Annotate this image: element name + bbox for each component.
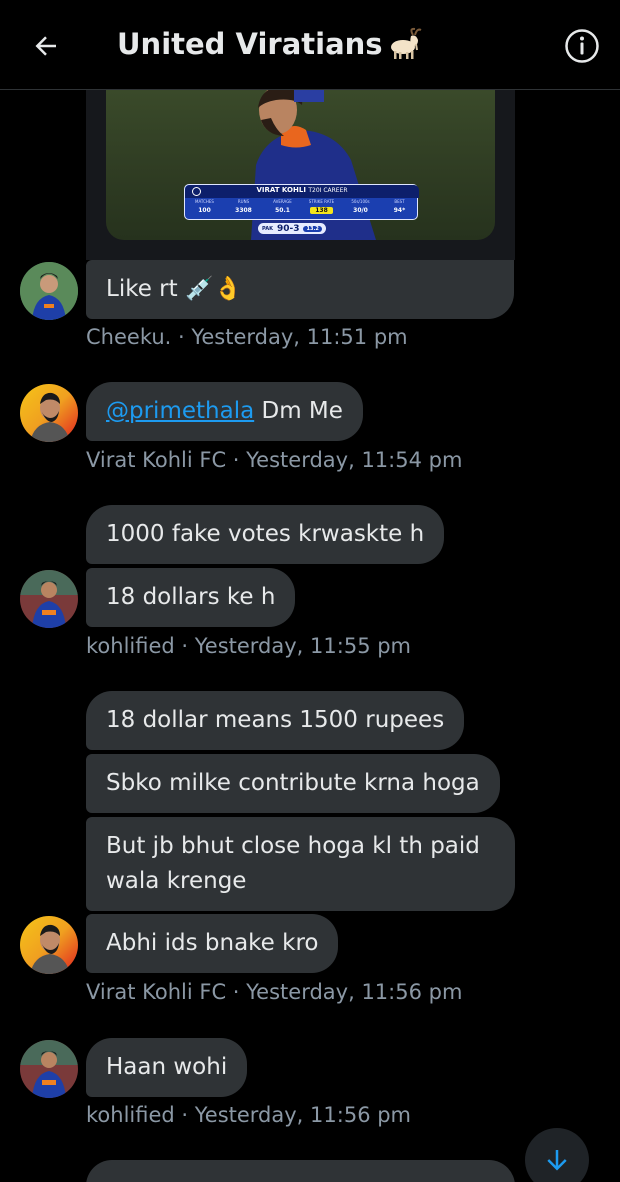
scorecard-val: 94* bbox=[393, 207, 406, 214]
scorecard-val: 30/0 bbox=[353, 207, 368, 214]
message-meta: Cheeku. · Yesterday, 11:51 pm bbox=[86, 325, 408, 349]
avatar-kohlified[interactable] bbox=[20, 570, 78, 628]
info-icon[interactable] bbox=[564, 28, 600, 64]
scorecard-name: VIRAT KOHLI bbox=[256, 186, 306, 194]
scorecard-subtitle: T20I CAREER bbox=[308, 187, 348, 194]
avatar-kohlified[interactable] bbox=[20, 1040, 78, 1098]
scorecard-col: AVERAGE bbox=[273, 199, 292, 204]
user-mention-link[interactable]: @primethala bbox=[106, 398, 254, 424]
shared-photo[interactable]: VIRAT KOHLI T20I CAREER MATCHES RUNS AVE… bbox=[106, 90, 495, 240]
message-bubble[interactable]: Abhi ids bnake kro bbox=[86, 914, 339, 973]
avatar-cheeku[interactable] bbox=[20, 262, 78, 320]
message-meta: kohlified · Yesterday, 11:55 pm bbox=[86, 634, 412, 658]
message-bubble-partial[interactable] bbox=[86, 1160, 515, 1182]
scorecard-col: RUNS bbox=[237, 199, 250, 204]
back-button[interactable] bbox=[28, 28, 64, 64]
message-text: 18 dollars ke h bbox=[106, 584, 276, 610]
message-bubble[interactable]: @primethala Dm Me bbox=[86, 382, 363, 441]
message-text: But jb bhut close hoga kl th paid wala k… bbox=[106, 833, 480, 894]
message-text: Haan wohi bbox=[106, 1054, 228, 1080]
message-text: Sbko milke contribute krna hoga bbox=[106, 770, 480, 796]
message-text: Abhi ids bnake kro bbox=[106, 930, 319, 956]
message-text: 1000 fake votes krwaskte h bbox=[106, 521, 425, 547]
message-bubble[interactable]: 18 dollars ke h bbox=[86, 568, 296, 627]
message-text: 18 dollar means 1500 rupees bbox=[106, 707, 445, 733]
score-team: PAK bbox=[262, 225, 273, 232]
arrow-left-icon bbox=[35, 36, 56, 56]
conversation-title-text: United Viratians bbox=[117, 27, 383, 61]
scorecard-val: 100 bbox=[198, 207, 211, 214]
score-overs: 13.2 bbox=[303, 225, 322, 232]
scorecard-val-highlight: 138 bbox=[310, 207, 333, 214]
message-meta: Virat Kohli FC · Yesterday, 11:56 pm bbox=[86, 980, 463, 1004]
goat-emoji-icon bbox=[390, 27, 421, 59]
scroll-to-bottom-button[interactable] bbox=[525, 1128, 589, 1182]
conversation-header: United Viratians bbox=[0, 0, 620, 90]
scorecard-val: 50.1 bbox=[275, 207, 290, 214]
arrow-down-icon bbox=[547, 1150, 567, 1171]
scorecard-col: 50s/100s bbox=[351, 199, 370, 204]
scorecard-col: STRIKE RATE bbox=[308, 199, 335, 204]
score-value: 90-3 bbox=[276, 223, 300, 234]
message-text: Like rt 💉👌 bbox=[106, 276, 243, 302]
message-bubble[interactable]: But jb bhut close hoga kl th paid wala k… bbox=[86, 817, 515, 911]
avatar-virat-kohli-fc[interactable] bbox=[20, 916, 78, 974]
scorecard-columns: MATCHES RUNS AVERAGE STRIKE RATE 50s/100… bbox=[185, 199, 419, 204]
conversation-title[interactable]: United Viratians bbox=[117, 26, 423, 61]
message-bubble[interactable]: 1000 fake votes krwaskte h bbox=[86, 505, 445, 564]
scorecard-overlay: VIRAT KOHLI T20I CAREER MATCHES RUNS AVE… bbox=[184, 184, 419, 220]
avatar-virat-kohli-fc[interactable] bbox=[20, 384, 78, 442]
message-text: Dm Me bbox=[254, 398, 343, 424]
scorecard-val: 3308 bbox=[235, 207, 252, 214]
message-meta: kohlified · Yesterday, 11:56 pm bbox=[86, 1103, 412, 1127]
message-bubble[interactable]: 18 dollar means 1500 rupees bbox=[86, 691, 465, 750]
message-bubble[interactable]: Haan wohi bbox=[86, 1038, 248, 1097]
message-bubble[interactable]: Sbko milke contribute krna hoga bbox=[86, 754, 500, 813]
score-pill: PAK 90-3 13.2 bbox=[258, 223, 326, 234]
message-bubble[interactable]: Like rt 💉👌 bbox=[86, 260, 514, 319]
scorecard-col: BEST bbox=[394, 199, 405, 204]
scorecard-col: MATCHES bbox=[195, 199, 214, 204]
scorecard-values: 100 3308 50.1 138 30/0 94* bbox=[185, 207, 419, 214]
message-meta: Virat Kohli FC · Yesterday, 11:54 pm bbox=[86, 448, 463, 472]
